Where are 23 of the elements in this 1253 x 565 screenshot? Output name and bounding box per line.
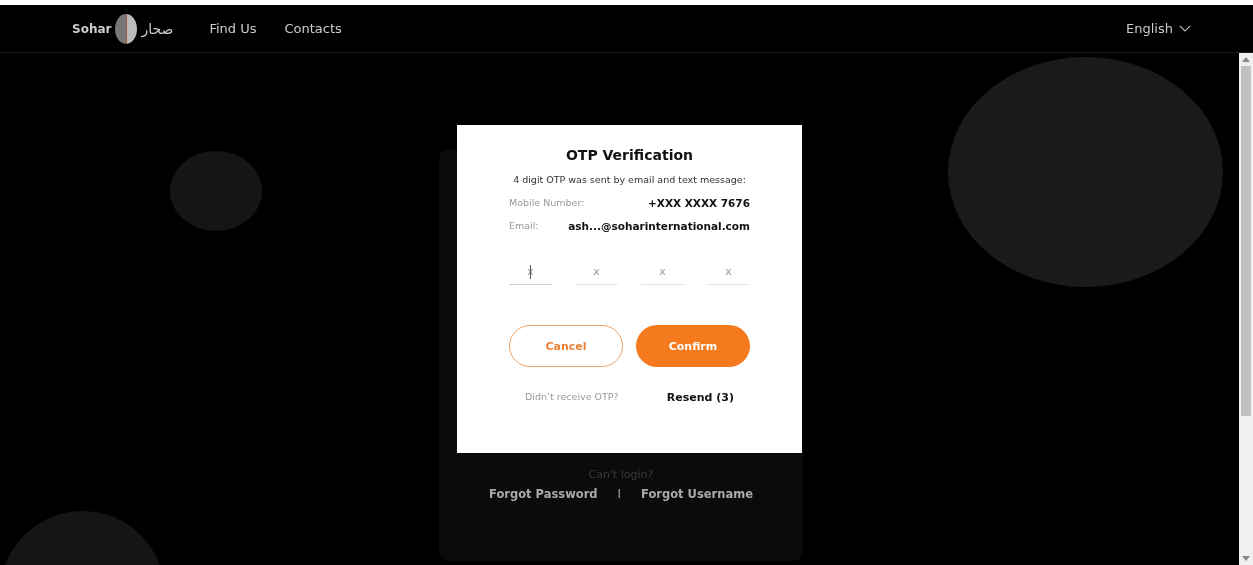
resend-link[interactable]: Resend (3) xyxy=(666,391,734,404)
dialog-title: OTP Verification xyxy=(564,147,695,163)
language-selector[interactable]: English xyxy=(1126,21,1191,36)
otp-input-field[interactable]: x xyxy=(641,259,684,285)
text-cursor xyxy=(530,265,531,279)
otp-input-field[interactable]: x xyxy=(707,259,750,285)
detail-label: Mobile Number: xyxy=(509,197,585,208)
dialog-message: 4 digit OTP was sent by email and text message: xyxy=(512,174,747,185)
scrollbar[interactable] xyxy=(1239,53,1253,565)
nav-link[interactable]: Find Us xyxy=(209,21,257,36)
resend-prompt: Didn’t receive OTP? xyxy=(525,391,619,404)
scroll-down-icon[interactable] xyxy=(1242,556,1250,561)
detail-value: ash...@soharinternational.com xyxy=(568,219,750,232)
scroll-up-icon[interactable] xyxy=(1242,57,1250,62)
detail-value: +XXX XXXX 7676 xyxy=(648,196,750,209)
chevron-down-icon xyxy=(1179,25,1191,32)
forgot-link[interactable]: Forgot Password xyxy=(489,487,598,501)
detail-label: Email: xyxy=(509,220,539,231)
separator-text: I xyxy=(617,487,621,501)
otp-input-field[interactable]: x xyxy=(575,259,618,285)
nav-link[interactable]: Contacts xyxy=(284,21,342,36)
forgot-link[interactable]: Forgot Username xyxy=(641,487,753,501)
scrollbar-thumb[interactable] xyxy=(1241,66,1251,416)
